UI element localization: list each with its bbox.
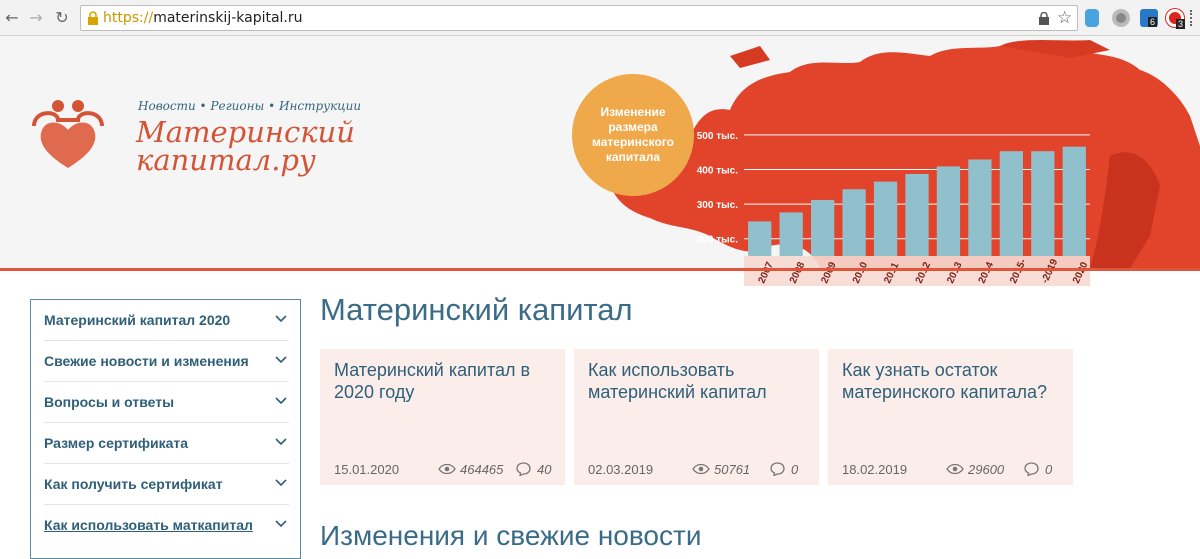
section-title: Изменения и свежие новости (320, 520, 702, 551)
sidebar-menu: Материнский капитал 2020 Свежие новости … (30, 299, 301, 559)
chart-bar (999, 151, 1024, 256)
chart-bar (748, 221, 772, 256)
site-header: Новости • Регионы • Инструкции Материнск… (0, 36, 1200, 286)
card-date: 18.02.2019 (842, 462, 908, 477)
y-tick-label: 200 тыс. (697, 235, 738, 246)
card-meta: 02.03.2019 50761 0 (588, 462, 806, 478)
lock-icon (88, 11, 98, 25)
chart-bar (905, 174, 929, 256)
sidebar-item-certificate-size[interactable]: Размер сертификата (44, 423, 289, 464)
eye-icon (438, 463, 456, 475)
eye-icon (946, 463, 964, 475)
badge-count: 6 (1148, 17, 1158, 27)
address-bar[interactable]: https://materinskij-kapital.ru ☆ (80, 5, 1078, 31)
card-title[interactable]: Как использовать материнский капитал (588, 359, 808, 403)
card-views: 50761 (714, 462, 751, 477)
card-meta: 18.02.2019 29600 0 (842, 462, 1060, 478)
logo-line-2: капитал.ру (136, 143, 316, 177)
chart-bar (968, 159, 992, 256)
sidebar-item-capital-2020[interactable]: Материнский капитал 2020 (44, 300, 289, 341)
capital-size-chart: 200 тыс.300 тыс.400 тыс.500 тыс.2007 2008… (697, 131, 1091, 286)
card-date: 15.01.2020 (334, 462, 400, 477)
url-text: https://materinskij-kapital.ru (103, 10, 303, 26)
chevron-down-icon (275, 479, 287, 487)
card-views: 29600 (968, 462, 1005, 477)
back-icon[interactable]: ← (2, 8, 22, 28)
chevron-down-icon (275, 520, 287, 528)
chart-bar (1031, 151, 1055, 256)
y-tick-label: 300 тыс. (697, 200, 738, 211)
eye-icon (692, 463, 710, 475)
card-comments: 40 (537, 462, 552, 477)
comment-icon (770, 462, 785, 476)
chevron-down-icon (275, 397, 287, 405)
chevron-down-icon (275, 438, 287, 446)
chart-caption-circle: Изменение размера материнского капитала (572, 74, 694, 196)
chart-bar (842, 189, 866, 256)
card-date: 02.03.2019 (588, 462, 654, 477)
logo-line-1: Материнский (136, 115, 355, 149)
y-tick-label: 400 тыс. (697, 166, 738, 177)
y-tick-label: 500 тыс. (697, 131, 738, 142)
sidebar-item-news[interactable]: Свежие новости и изменения (44, 341, 289, 382)
article-card[interactable]: Материнский капитал в 2020 году 15.01.20… (320, 349, 565, 485)
chart-bar (810, 199, 835, 256)
sidebar-item-use-capital[interactable]: Как использовать маткапитал (44, 505, 289, 546)
card-title[interactable]: Как узнать остаток материнского капитала… (842, 359, 1062, 403)
sidebar-item-label: Как использовать маткапитал (44, 517, 253, 533)
site-logo-text[interactable]: Материнский капитал.ру (136, 115, 355, 177)
extension-badge-icon[interactable]: 6 (1140, 9, 1158, 27)
bookmark-star-icon[interactable]: ☆ (1057, 8, 1072, 28)
heart-logo-icon[interactable] (28, 96, 108, 176)
site-tagline[interactable]: Новости • Регионы • Инструкции (138, 99, 361, 113)
card-comments: 0 (791, 462, 799, 477)
sidebar-item-label: Материнский капитал 2020 (44, 312, 231, 328)
comment-icon (1024, 462, 1039, 476)
padlock-icon[interactable] (1039, 12, 1049, 25)
card-comments: 0 (1045, 462, 1053, 477)
sidebar-item-faq[interactable]: Вопросы и ответы (44, 382, 289, 423)
sidebar-item-label: Размер сертификата (44, 435, 188, 451)
card-title[interactable]: Материнский капитал в 2020 году (334, 359, 554, 403)
card-meta: 15.01.2020 464465 40 (334, 462, 552, 478)
extension-circle-icon[interactable] (1112, 9, 1130, 27)
chevron-down-icon (275, 356, 287, 364)
chart-bar (1062, 146, 1086, 256)
sidebar-item-label: Свежие новости и изменения (44, 353, 249, 369)
sidebar-item-label: Вопросы и ответы (44, 394, 175, 410)
chevron-down-icon (275, 315, 287, 323)
opera-icon[interactable]: 3 (1166, 9, 1186, 29)
forward-icon[interactable]: → (26, 8, 46, 28)
sidebar-item-get-certificate[interactable]: Как получить сертификат (44, 464, 289, 505)
sidebar-item-label: Как получить сертификат (44, 476, 223, 492)
article-card[interactable]: Как использовать материнский капитал 02.… (574, 349, 819, 485)
card-views: 464465 (460, 462, 504, 477)
badge-count: 3 (1176, 19, 1186, 29)
browser-toolbar: ← → ↻ https://materinskij-kapital.ru ☆ 6… (0, 0, 1200, 36)
chart-bar (873, 181, 898, 256)
extension-shield-icon[interactable] (1085, 9, 1099, 27)
header-divider (0, 268, 1200, 271)
page-title: Материнский капитал (320, 292, 633, 327)
reload-icon[interactable]: ↻ (52, 8, 72, 28)
article-card[interactable]: Как узнать остаток материнского капитала… (828, 349, 1073, 485)
chart-bar (936, 166, 961, 256)
comment-icon (516, 462, 531, 476)
menu-icon[interactable] (1190, 10, 1198, 26)
chart-bar (779, 212, 803, 256)
